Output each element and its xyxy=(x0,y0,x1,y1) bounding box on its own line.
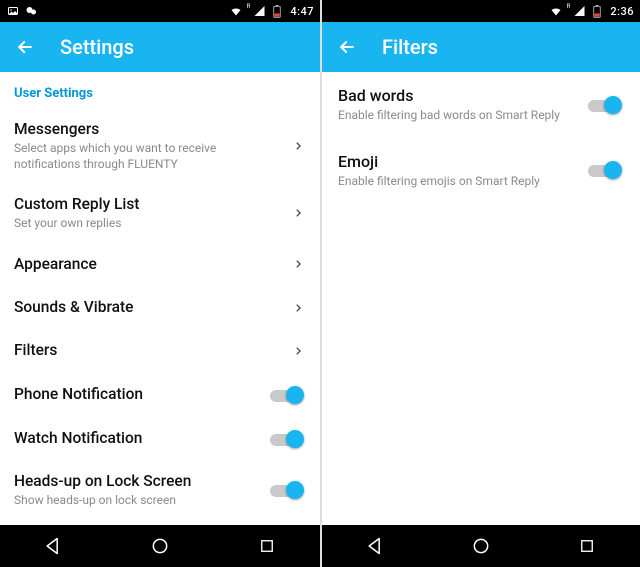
notification-wechat-icon xyxy=(24,4,38,18)
status-bar: R 2:36 xyxy=(322,0,640,22)
toggle-bad-words[interactable] xyxy=(588,95,624,115)
row-custom-reply-list[interactable]: Custom Reply List Set your own replies xyxy=(0,184,320,243)
page-title: Filters xyxy=(382,35,438,59)
row-title: Emoji xyxy=(338,152,578,172)
row-appearance[interactable]: Appearance xyxy=(0,243,320,286)
notification-image-icon xyxy=(6,4,20,18)
row-phone-notification[interactable]: Phone Notification xyxy=(0,373,320,417)
status-bar: R 4:47 xyxy=(0,0,320,22)
screen-settings: R 4:47 Settings User Settings Messengers xyxy=(0,0,320,567)
row-sounds-vibrate[interactable]: Sounds & Vibrate xyxy=(0,286,320,329)
nav-recent-button[interactable] xyxy=(557,531,617,561)
row-privacy-mode[interactable]: Privacy Mode Hide messages on the lock s… xyxy=(0,520,320,525)
row-watch-notification[interactable]: Watch Notification xyxy=(0,417,320,461)
row-subtitle: Set your own replies xyxy=(14,216,280,232)
row-title: Phone Notification xyxy=(14,385,260,404)
battery-icon xyxy=(590,4,604,18)
row-title: Watch Notification xyxy=(14,429,260,448)
section-header-user-settings: User Settings xyxy=(0,72,320,109)
battery-icon xyxy=(270,4,284,18)
back-button[interactable] xyxy=(14,36,36,58)
filters-list[interactable]: Bad words Enable filtering bad words on … xyxy=(322,72,640,525)
row-title: Filters xyxy=(14,341,280,360)
row-subtitle: Show heads-up on lock screen xyxy=(14,493,260,509)
row-subtitle: Select apps which you want to receive no… xyxy=(14,141,280,172)
toggle-heads-up-lock[interactable] xyxy=(270,480,306,500)
row-title: Sounds & Vibrate xyxy=(14,298,280,317)
nav-recent-button[interactable] xyxy=(237,531,297,561)
row-title: Appearance xyxy=(14,255,280,274)
row-subtitle: Enable filtering bad words on Smart Repl… xyxy=(338,108,578,124)
row-heads-up-lock[interactable]: Heads-up on Lock Screen Show heads-up on… xyxy=(0,461,320,520)
row-emoji[interactable]: Emoji Enable filtering emojis on Smart R… xyxy=(322,138,640,204)
nav-home-button[interactable] xyxy=(451,531,511,561)
navigation-bar xyxy=(0,525,320,567)
roaming-badge: R xyxy=(247,3,251,10)
signal-icon xyxy=(252,4,266,18)
signal-icon xyxy=(572,4,586,18)
screen-filters: R 2:36 Filters Bad words Enable filterin xyxy=(320,0,640,567)
row-subtitle: Enable filtering emojis on Smart Reply xyxy=(338,174,578,190)
row-title: Messengers xyxy=(14,120,280,139)
toggle-phone-notification[interactable] xyxy=(270,385,306,405)
status-time: 2:36 xyxy=(610,5,634,18)
chevron-right-icon xyxy=(290,343,306,359)
status-time: 4:47 xyxy=(290,5,314,18)
nav-home-button[interactable] xyxy=(130,531,190,561)
row-bad-words[interactable]: Bad words Enable filtering bad words on … xyxy=(322,72,640,138)
row-title: Bad words xyxy=(338,86,578,106)
wifi-icon xyxy=(549,4,563,18)
chevron-right-icon xyxy=(290,138,306,154)
nav-back-button[interactable] xyxy=(23,531,83,561)
chevron-right-icon xyxy=(290,205,306,221)
back-button[interactable] xyxy=(336,36,358,58)
row-filters[interactable]: Filters xyxy=(0,329,320,372)
chevron-right-icon xyxy=(290,300,306,316)
row-title: Custom Reply List xyxy=(14,195,280,214)
app-bar: Filters xyxy=(322,22,640,72)
row-messengers[interactable]: Messengers Select apps which you want to… xyxy=(0,109,320,184)
roaming-badge: R xyxy=(567,3,571,10)
wifi-icon xyxy=(229,4,243,18)
row-title: Heads-up on Lock Screen xyxy=(14,472,260,491)
chevron-right-icon xyxy=(290,256,306,272)
app-bar: Settings xyxy=(0,22,320,72)
settings-list[interactable]: User Settings Messengers Select apps whi… xyxy=(0,72,320,525)
toggle-emoji[interactable] xyxy=(588,160,624,180)
navigation-bar xyxy=(322,525,640,567)
nav-back-button[interactable] xyxy=(345,531,405,561)
toggle-watch-notification[interactable] xyxy=(270,429,306,449)
page-title: Settings xyxy=(60,35,134,59)
